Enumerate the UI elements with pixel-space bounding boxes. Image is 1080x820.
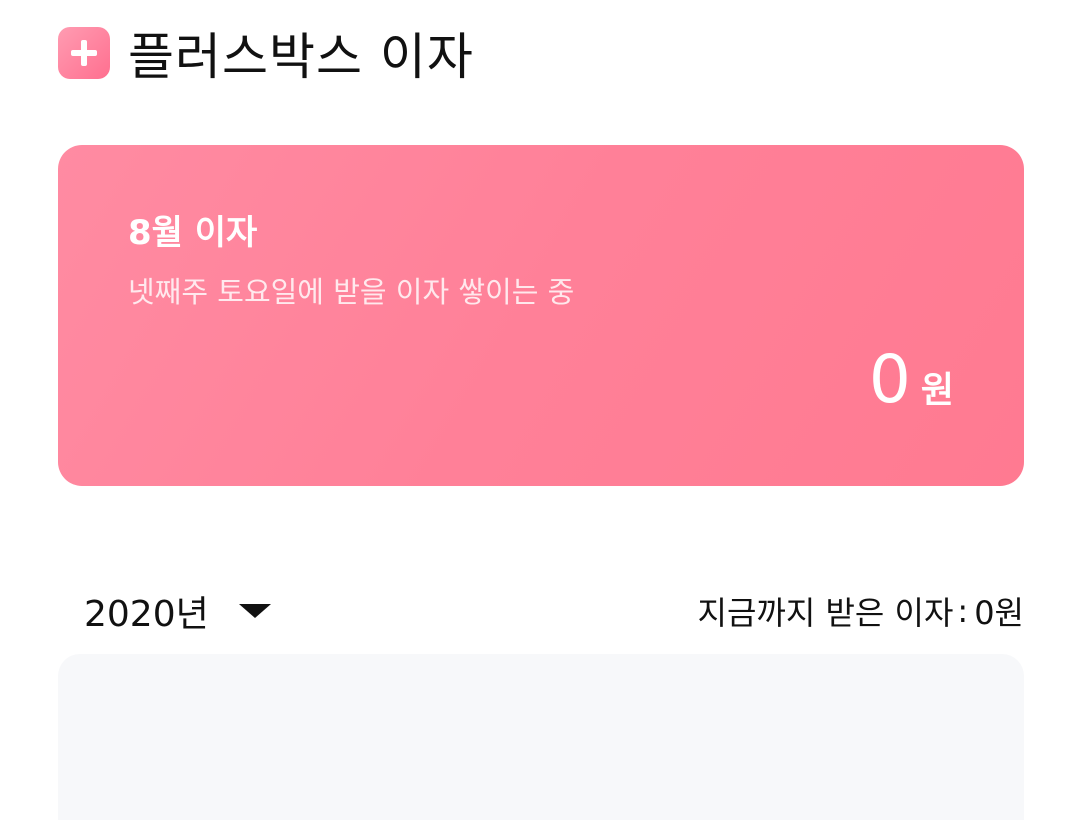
- amount-value: 0: [868, 341, 911, 418]
- caret-down-icon: [238, 604, 271, 618]
- header: 플러스박스 이자: [58, 22, 474, 86]
- year-dropdown[interactable]: 2020년: [84, 585, 271, 637]
- year-label: 2020년: [84, 594, 209, 635]
- card-title: 8월 이자: [128, 213, 258, 253]
- plus-icon: [58, 27, 110, 79]
- monthly-interest-card: 8월 이자 넷째주 토요일에 받을 이자 쌓이는 중 0 원: [58, 145, 1024, 486]
- page-title: 플러스박스 이자: [128, 28, 474, 86]
- plus-box-interest-screen: 플러스박스 이자 8월 이자 넷째주 토요일에 받을 이자 쌓이는 중 0 원 …: [0, 0, 1080, 820]
- interest-records-panel: [58, 654, 1024, 820]
- total-interest: 지금까지 받은 이자 : 0원: [698, 588, 1024, 634]
- amount-unit: 원: [920, 370, 954, 411]
- total-interest-value: 0원: [974, 594, 1024, 632]
- card-subtitle: 넷째주 토요일에 받을 이자 쌓이는 중: [128, 275, 575, 309]
- interest-amount: 0 원: [869, 347, 954, 413]
- year-row: 2020년 지금까지 받은 이자 : 0원: [84, 585, 1024, 637]
- total-interest-label: 지금까지 받은 이자: [697, 594, 954, 632]
- total-interest-separator: :: [957, 592, 969, 630]
